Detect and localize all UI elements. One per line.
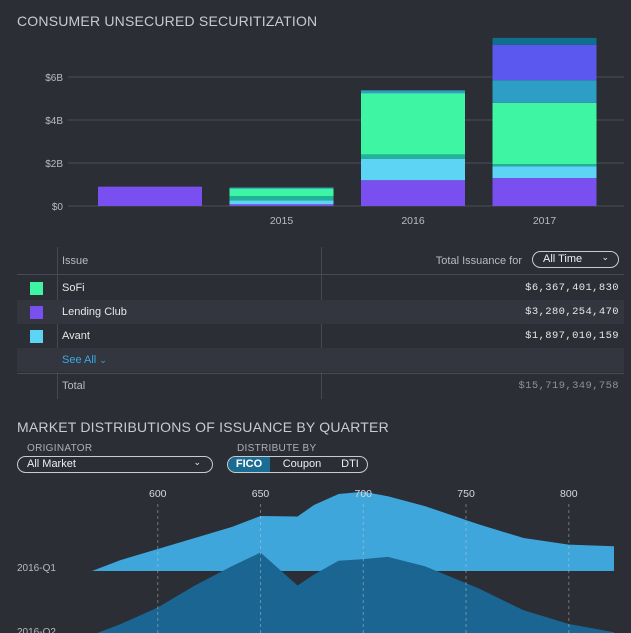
table-total-rule	[17, 373, 624, 374]
row-value: $1,897,010,159	[525, 330, 619, 342]
originator-label: ORIGINATOR	[27, 443, 93, 454]
total-value: $15,719,349,758	[518, 380, 619, 392]
bar-segment[interactable]	[229, 204, 334, 206]
x-tick-label: 2016	[401, 215, 425, 227]
bar-segment[interactable]	[229, 188, 334, 197]
bar-segment[interactable]	[492, 166, 597, 179]
bar-segment[interactable]	[492, 80, 597, 103]
bar-segment[interactable]	[229, 187, 334, 189]
distribute-by-label: DISTRIBUTE BY	[237, 443, 317, 454]
header-issue: Issue	[62, 255, 89, 267]
row-value: $3,280,254,470	[525, 306, 619, 318]
bar-segment[interactable]	[492, 164, 597, 167]
option-fico[interactable]: FICO	[228, 457, 270, 472]
issuance-table: Issue Total Issuance for All Time ⌄ SoFi…	[17, 247, 624, 399]
option-dti[interactable]: DTI	[332, 457, 367, 472]
bar-segment[interactable]	[492, 178, 597, 206]
table-row[interactable]: SoFi $6,367,401,830	[17, 276, 624, 300]
x-tick-label: 600	[149, 488, 167, 500]
option-dti-label: DTI	[341, 458, 359, 470]
series-label: 2016-Q1	[17, 563, 56, 574]
x-tick-label: 2017	[533, 215, 557, 227]
originator-dropdown[interactable]: All Market ⌄	[17, 456, 213, 473]
y-tick-label: $0	[52, 202, 64, 213]
y-tick-label: $4B	[45, 116, 63, 127]
total-label: Total	[62, 380, 86, 392]
bar-segment[interactable]	[361, 158, 465, 181]
legend-swatch	[30, 306, 43, 319]
see-all-link[interactable]: See All ⌄	[62, 354, 107, 366]
distribution-area-chart: 600 650 700 750 800 2016-Q1 2016-Q2	[17, 488, 614, 633]
chevron-down-icon: ⌄	[193, 457, 201, 467]
bar-segment[interactable]	[492, 37, 597, 45]
chevron-down-icon: ⌄	[601, 252, 609, 262]
header-total: Total Issuance for	[435, 255, 522, 267]
bar-segment[interactable]	[229, 200, 334, 205]
see-all-label: See All	[62, 354, 97, 366]
bar-segment[interactable]	[361, 180, 465, 206]
timeframe-dropdown[interactable]: All Time ⌄	[532, 251, 619, 268]
timeframe-dropdown-value: All Time	[543, 253, 583, 265]
x-tick-label: 650	[252, 488, 270, 500]
bar-segment[interactable]	[361, 154, 465, 159]
distribution-area[interactable]	[92, 491, 614, 571]
table-row[interactable]: Avant $1,897,010,159	[17, 324, 624, 348]
bar-segment[interactable]	[361, 90, 465, 94]
row-name: Avant	[62, 330, 90, 342]
bar-segment[interactable]	[229, 196, 334, 201]
table-header-rule	[17, 274, 624, 275]
series-label: 2016-Q2	[17, 627, 56, 633]
x-tick-label: 2015	[270, 215, 294, 227]
row-name: Lending Club	[62, 306, 127, 318]
bar-segment[interactable]	[492, 44, 597, 81]
x-tick-label: 750	[457, 488, 475, 500]
chevron-down-icon: ⌄	[99, 355, 107, 365]
row-value: $6,367,401,830	[525, 282, 619, 294]
y-tick-label: $6B	[45, 73, 63, 84]
table-row[interactable]: Lending Club $3,280,254,470	[17, 300, 624, 324]
legend-swatch	[30, 330, 43, 343]
option-coupon[interactable]: Coupon	[272, 457, 332, 472]
y-tick-label: $2B	[45, 159, 63, 170]
see-all-row: See All ⌄	[17, 348, 624, 372]
distribute-by-toggle: FICO Coupon DTI	[227, 456, 368, 473]
x-tick-label: 800	[560, 488, 578, 500]
bar-segment[interactable]	[98, 186, 202, 206]
row-name: SoFi	[62, 282, 85, 294]
section-title-distributions: MARKET DISTRIBUTIONS OF ISSUANCE BY QUAR…	[17, 419, 389, 435]
stacked-bar-chart: $0 $2B $4B $6B 2015 2016 2017	[45, 37, 624, 227]
bar-segment[interactable]	[492, 102, 597, 165]
bar-segment[interactable]	[361, 93, 465, 155]
originator-value: All Market	[27, 458, 76, 470]
legend-swatch	[30, 282, 43, 295]
option-coupon-label: Coupon	[282, 458, 322, 470]
x-tick-label: 700	[355, 488, 373, 500]
option-fico-label: FICO	[235, 458, 263, 470]
